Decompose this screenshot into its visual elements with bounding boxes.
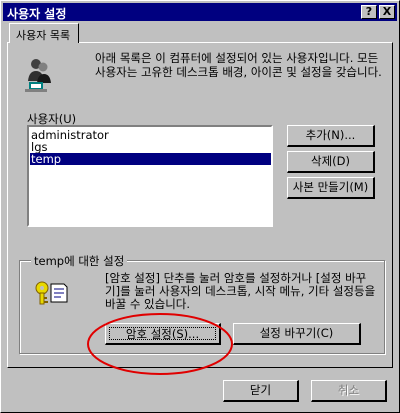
change-settings-label: 설정 바꾸기(C) — [259, 326, 334, 340]
list-item[interactable]: lgs — [30, 141, 271, 153]
set-password-button[interactable]: 암호 설정(S)... — [105, 323, 221, 345]
focus-rect: 암호 설정(S)... — [109, 327, 216, 341]
change-settings-button[interactable]: 설정 바꾸기(C) — [233, 323, 361, 345]
copy-user-button[interactable]: 사본 만들기(M) — [287, 177, 375, 199]
add-user-label: 추가(N)... — [305, 128, 356, 142]
users-icon — [25, 59, 51, 92]
help-button[interactable]: ? — [361, 5, 377, 19]
window-title: 사용자 설정 — [7, 7, 67, 21]
copy-user-label: 사본 만들기(M) — [292, 180, 369, 194]
tab-user-list-label: 사용자 목록 — [16, 29, 71, 42]
intro-description: 아래 목록은 이 컴퓨터에 설정되어 있는 사용자입니다. 모든 사용자는 고유… — [95, 51, 382, 79]
title-bar[interactable]: 사용자 설정 ? X — [3, 3, 397, 21]
delete-user-button[interactable]: 삭제(D) — [287, 151, 375, 173]
delete-user-label: 삭제(D) — [311, 154, 350, 168]
close-label: 닫기 — [249, 383, 272, 397]
list-item[interactable]: administrator — [30, 129, 271, 141]
cancel-button: 취소 — [311, 380, 387, 402]
add-user-button[interactable]: 추가(N)... — [287, 125, 375, 147]
list-item-selected[interactable]: temp — [30, 153, 271, 165]
user-listbox[interactable]: administrator lgs temp — [27, 125, 273, 227]
close-button[interactable]: 닫기 — [223, 380, 299, 402]
key-icon — [35, 281, 68, 305]
user-settings-window: 사용자 설정 ? X 사용자 목록 아래 목록은 이 컴퓨터에 설정되어 있는 … — [0, 0, 400, 413]
settings-group-title: temp에 대한 설정 — [31, 253, 128, 269]
tab-user-list[interactable]: 사용자 목록 — [9, 23, 79, 43]
close-window-button[interactable]: X — [379, 5, 395, 19]
settings-description: [암호 설정] 단추를 눌러 암호를 설정하거나 [설정 바꾸기]를 눌러 사용… — [105, 271, 376, 311]
cancel-label: 취소 — [337, 383, 360, 397]
set-password-label: 암호 설정(S)... — [125, 327, 200, 341]
